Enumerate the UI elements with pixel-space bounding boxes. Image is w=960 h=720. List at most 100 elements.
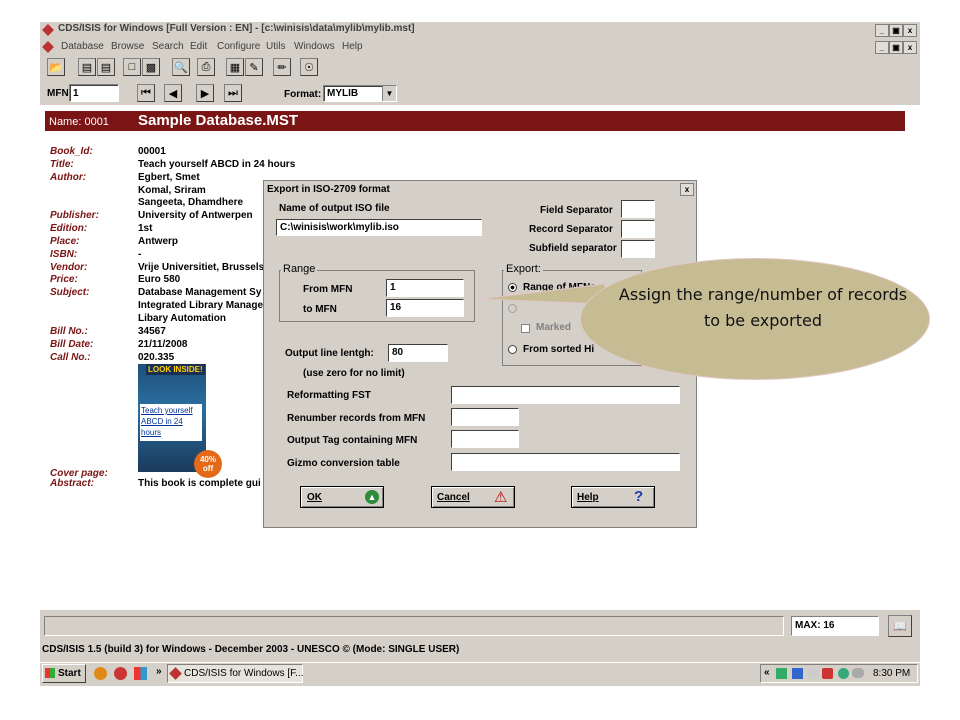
to-mfn-input[interactable]: 16: [386, 299, 464, 317]
field-value: 020.335: [138, 352, 175, 363]
field-label: ISBN:: [50, 249, 78, 260]
export-group-title: Export:: [504, 263, 543, 275]
desktop-icon[interactable]: [134, 667, 147, 680]
record-separator-input[interactable]: [621, 220, 655, 238]
reformat-fst-input[interactable]: [451, 386, 680, 404]
menu-configure[interactable]: Configure: [217, 41, 260, 52]
menu-search[interactable]: Search: [152, 41, 184, 52]
format-label: Format:: [284, 89, 322, 100]
form-icon[interactable]: ▦: [226, 58, 244, 76]
database-info-icon[interactable]: ▤: [78, 58, 96, 76]
gizmo-label: Gizmo conversion table: [287, 458, 400, 469]
record-name: Name: 0001: [49, 116, 109, 128]
version-text: CDS/ISIS 1.5 (build 3) for Windows - Dec…: [42, 644, 460, 655]
menu-browse[interactable]: Browse: [111, 41, 144, 52]
edit-form-icon[interactable]: ✎: [245, 58, 263, 76]
copy-records-icon[interactable]: ▩: [142, 58, 160, 76]
lightbulb-icon[interactable]: ☉: [300, 58, 318, 76]
renumber-label: Renumber records from MFN: [287, 413, 426, 424]
doc-close-button[interactable]: x: [903, 41, 917, 54]
renumber-input[interactable]: [451, 408, 519, 426]
doc-restore-button[interactable]: ▣: [889, 41, 903, 54]
dialog-title: Export in ISO-2709 format: [267, 184, 390, 195]
range-group-title: Range: [281, 263, 318, 275]
menu-help[interactable]: Help: [342, 41, 363, 52]
last-record-icon[interactable]: ⏭: [224, 84, 242, 102]
radio-from-sorted[interactable]: [508, 345, 517, 354]
tray-expand-icon[interactable]: «: [764, 667, 770, 678]
format-value: MYLIB: [327, 88, 359, 99]
output-tag-input[interactable]: [451, 430, 519, 448]
field-value: Database Management Sy: [138, 287, 262, 298]
copy-icon[interactable]: □: [123, 58, 141, 76]
chevron-down-icon[interactable]: ▼: [382, 86, 396, 101]
question-icon: ?: [634, 488, 644, 505]
field-value: Euro 580: [138, 274, 181, 285]
print-icon[interactable]: ⎙: [197, 58, 215, 76]
mfn-label: MFN: [47, 88, 69, 99]
to-mfn-label: to MFN: [303, 304, 337, 315]
firefox-icon[interactable]: [94, 667, 107, 680]
doc-minimize-button[interactable]: _: [875, 41, 889, 54]
tray-app-icon[interactable]: [792, 668, 803, 679]
field-value: Libary Automation: [138, 313, 226, 324]
chat-bubble-icon[interactable]: [852, 668, 864, 678]
task-label: CDS/ISIS for Windows [F...: [184, 668, 304, 679]
preview-icon[interactable]: 🔍: [172, 58, 190, 76]
format-select[interactable]: MYLIB ▼: [323, 85, 397, 102]
check-up-icon: ▲: [365, 490, 379, 504]
field-label: Call No.:: [50, 352, 91, 363]
field-label: Price:: [50, 274, 78, 285]
subfield-separator-input[interactable]: [621, 240, 655, 258]
taskbar-task-cdsisis[interactable]: CDS/ISIS for Windows [F...: [167, 664, 303, 683]
restore-button[interactable]: ▣: [889, 24, 903, 37]
field-label: Edition:: [50, 223, 88, 234]
iso-name-label: Name of output ISO file: [279, 203, 390, 214]
next-record-icon[interactable]: ▶: [196, 84, 214, 102]
opera-icon[interactable]: [114, 667, 127, 680]
help-button[interactable]: Help ?: [571, 486, 655, 508]
field-label: Subject:: [50, 287, 90, 298]
pencil-icon[interactable]: ✏: [273, 58, 291, 76]
field-value: Sangeeta, Dhamdhere: [138, 197, 244, 208]
field-separator-input[interactable]: [621, 200, 655, 218]
first-record-icon[interactable]: ⏮: [137, 84, 155, 102]
marked-checkbox[interactable]: [521, 324, 530, 333]
dialog-close-button[interactable]: x: [680, 183, 694, 196]
task-app-icon: [169, 667, 182, 680]
iso-name-input[interactable]: C:\winisis\work\mylib.iso: [276, 219, 482, 236]
from-mfn-input[interactable]: 1: [386, 279, 464, 297]
start-button[interactable]: Start: [42, 664, 86, 683]
reformat-fst-label: Reformatting FST: [287, 390, 371, 401]
quicklaunch-chevron-icon[interactable]: »: [156, 666, 162, 677]
field-label: Title:: [50, 159, 74, 170]
ok-label: OK: [307, 492, 322, 503]
previous-record-icon[interactable]: ◀: [164, 84, 182, 102]
line-length-input[interactable]: 80: [388, 344, 448, 362]
cancel-button[interactable]: Cancel ⚠: [431, 486, 515, 508]
minimize-button[interactable]: _: [875, 24, 889, 37]
ok-button[interactable]: OK ▲: [300, 486, 384, 508]
field-label: Author:: [50, 172, 87, 183]
volume-icon[interactable]: [808, 668, 819, 679]
abstract-value: This book is complete gui: [138, 478, 261, 489]
field-label: Publisher:: [50, 210, 99, 221]
windows-logo-icon: [45, 668, 55, 678]
mfn-input[interactable]: 1: [69, 84, 119, 102]
menu-windows[interactable]: Windows: [294, 41, 335, 52]
field-value: Antwerp: [138, 236, 178, 247]
network-icon[interactable]: [776, 668, 787, 679]
close-button[interactable]: x: [903, 24, 917, 37]
messenger-icon[interactable]: [838, 668, 849, 679]
open-folder-icon[interactable]: 📂: [47, 58, 65, 76]
menu-utils[interactable]: Utils: [266, 41, 285, 52]
database-print-icon[interactable]: ▤: [97, 58, 115, 76]
menu-edit[interactable]: Edit: [190, 41, 207, 52]
database-title: Sample Database.MST: [138, 112, 299, 129]
menu-database[interactable]: Database: [61, 41, 104, 52]
gizmo-input[interactable]: [451, 453, 680, 471]
field-value: Egbert, Smet: [138, 172, 200, 183]
security-shield-icon[interactable]: [822, 668, 833, 679]
book-icon[interactable]: 📖: [888, 615, 912, 637]
line-length-label: Output line lentgh:: [285, 348, 374, 359]
